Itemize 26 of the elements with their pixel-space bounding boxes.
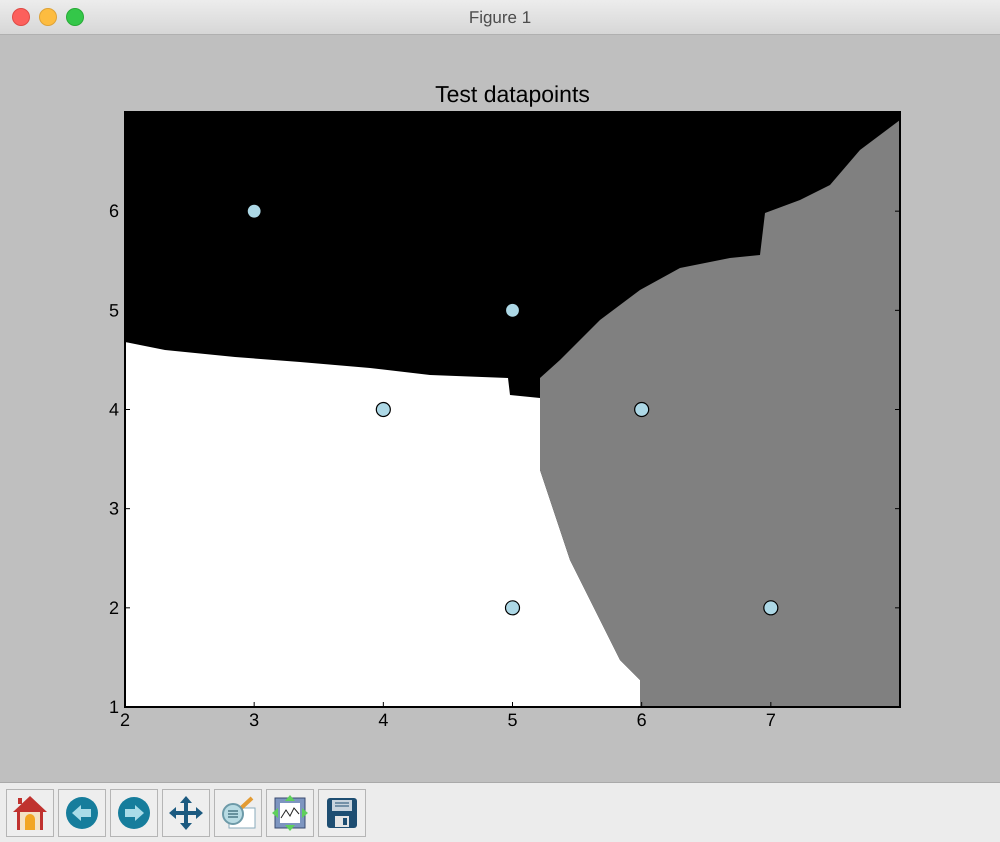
zoom-button[interactable] (66, 8, 84, 26)
subplots-button[interactable] (266, 788, 314, 836)
y-tick-label: 3 (108, 498, 119, 519)
x-tick-label: 6 (636, 710, 647, 730)
save-button[interactable] (318, 788, 366, 836)
y-tick-label: 6 (108, 201, 119, 222)
pan-button[interactable] (162, 788, 210, 836)
home-button[interactable] (6, 788, 54, 836)
back-button[interactable] (58, 788, 106, 836)
close-button[interactable] (12, 8, 30, 26)
magnifier-icon (219, 796, 257, 830)
x-tick-label: 2 (120, 710, 130, 730)
forward-button[interactable] (110, 788, 158, 836)
x-tick-label: 3 (249, 710, 260, 730)
adjust-plot-icon (271, 794, 309, 832)
y-tick-label: 4 (108, 400, 119, 420)
y-tick-label: 5 (108, 300, 119, 320)
chart-title: Test datapoints (435, 81, 590, 107)
x-tick-label: 4 (378, 710, 388, 730)
window-title: Figure 1 (468, 6, 532, 29)
x-tick-label: 5 (508, 710, 518, 730)
move-arrows-icon (168, 794, 204, 830)
x-tick-label: 7 (766, 710, 776, 730)
house-icon (12, 794, 48, 832)
y-tick-label: 2 (108, 598, 119, 618)
y-tick-label: 1 (108, 697, 119, 717)
